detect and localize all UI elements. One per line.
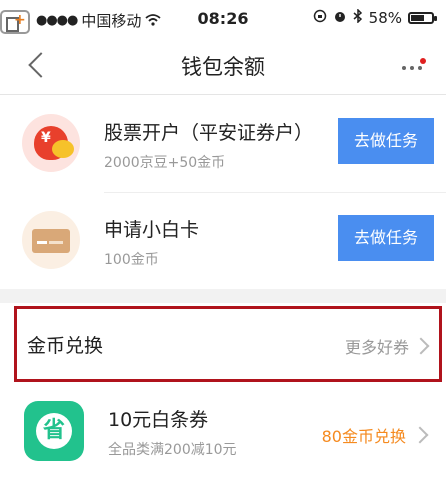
status-right: 58% [313, 8, 437, 27]
chevron-right-icon [412, 337, 430, 355]
more-coupons-link[interactable]: 更多好券 [345, 334, 409, 358]
rotation-lock-icon [313, 9, 327, 27]
coupon-row[interactable]: 省 10元白条券 全品类满200减10元 80金币兑换 [0, 385, 446, 477]
bluetooth-icon [353, 8, 363, 27]
do-task-button[interactable]: 去做任务 [338, 215, 434, 261]
task-reward: 2000京豆+50金币 [104, 155, 226, 171]
alarm-icon [333, 9, 347, 27]
chevron-right-icon [411, 426, 429, 444]
status-bar: + ●●●● 中国移动 08:26 58% [0, 0, 446, 38]
more-options-icon[interactable] [398, 58, 428, 78]
card-icon [22, 211, 80, 269]
coin-exchange-row[interactable]: 金币兑换 更多好券 [14, 306, 442, 382]
exchange-action[interactable]: 80金币兑换 [322, 423, 406, 447]
task-title: 申请小白卡 [104, 219, 200, 241]
task-row-card: 申请小白卡 100金币 去做任务 [0, 193, 446, 289]
page-title: 钱包余额 [181, 55, 265, 79]
task-row-stock-account: ¥ 股票开户（平安证券户） 2000京豆+50金币 去做任务 [0, 96, 446, 192]
task-reward: 100金币 [104, 252, 159, 268]
coupon-app-icon: 省 [24, 401, 84, 461]
section-title: 金币兑换 [27, 335, 104, 357]
navigation-bar: 钱包余额 [0, 38, 446, 95]
section-gap [0, 289, 446, 303]
task-title: 股票开户（平安证券户） [104, 122, 314, 144]
money-bag-icon: ¥ [22, 114, 80, 172]
do-task-button[interactable]: 去做任务 [338, 118, 434, 164]
coupon-title: 10元白条券 [108, 409, 209, 431]
notification-dot [420, 58, 426, 64]
battery-icon [408, 12, 437, 24]
battery-percent: 58% [368, 9, 402, 27]
coupon-condition: 全品类满200减10元 [108, 442, 237, 458]
